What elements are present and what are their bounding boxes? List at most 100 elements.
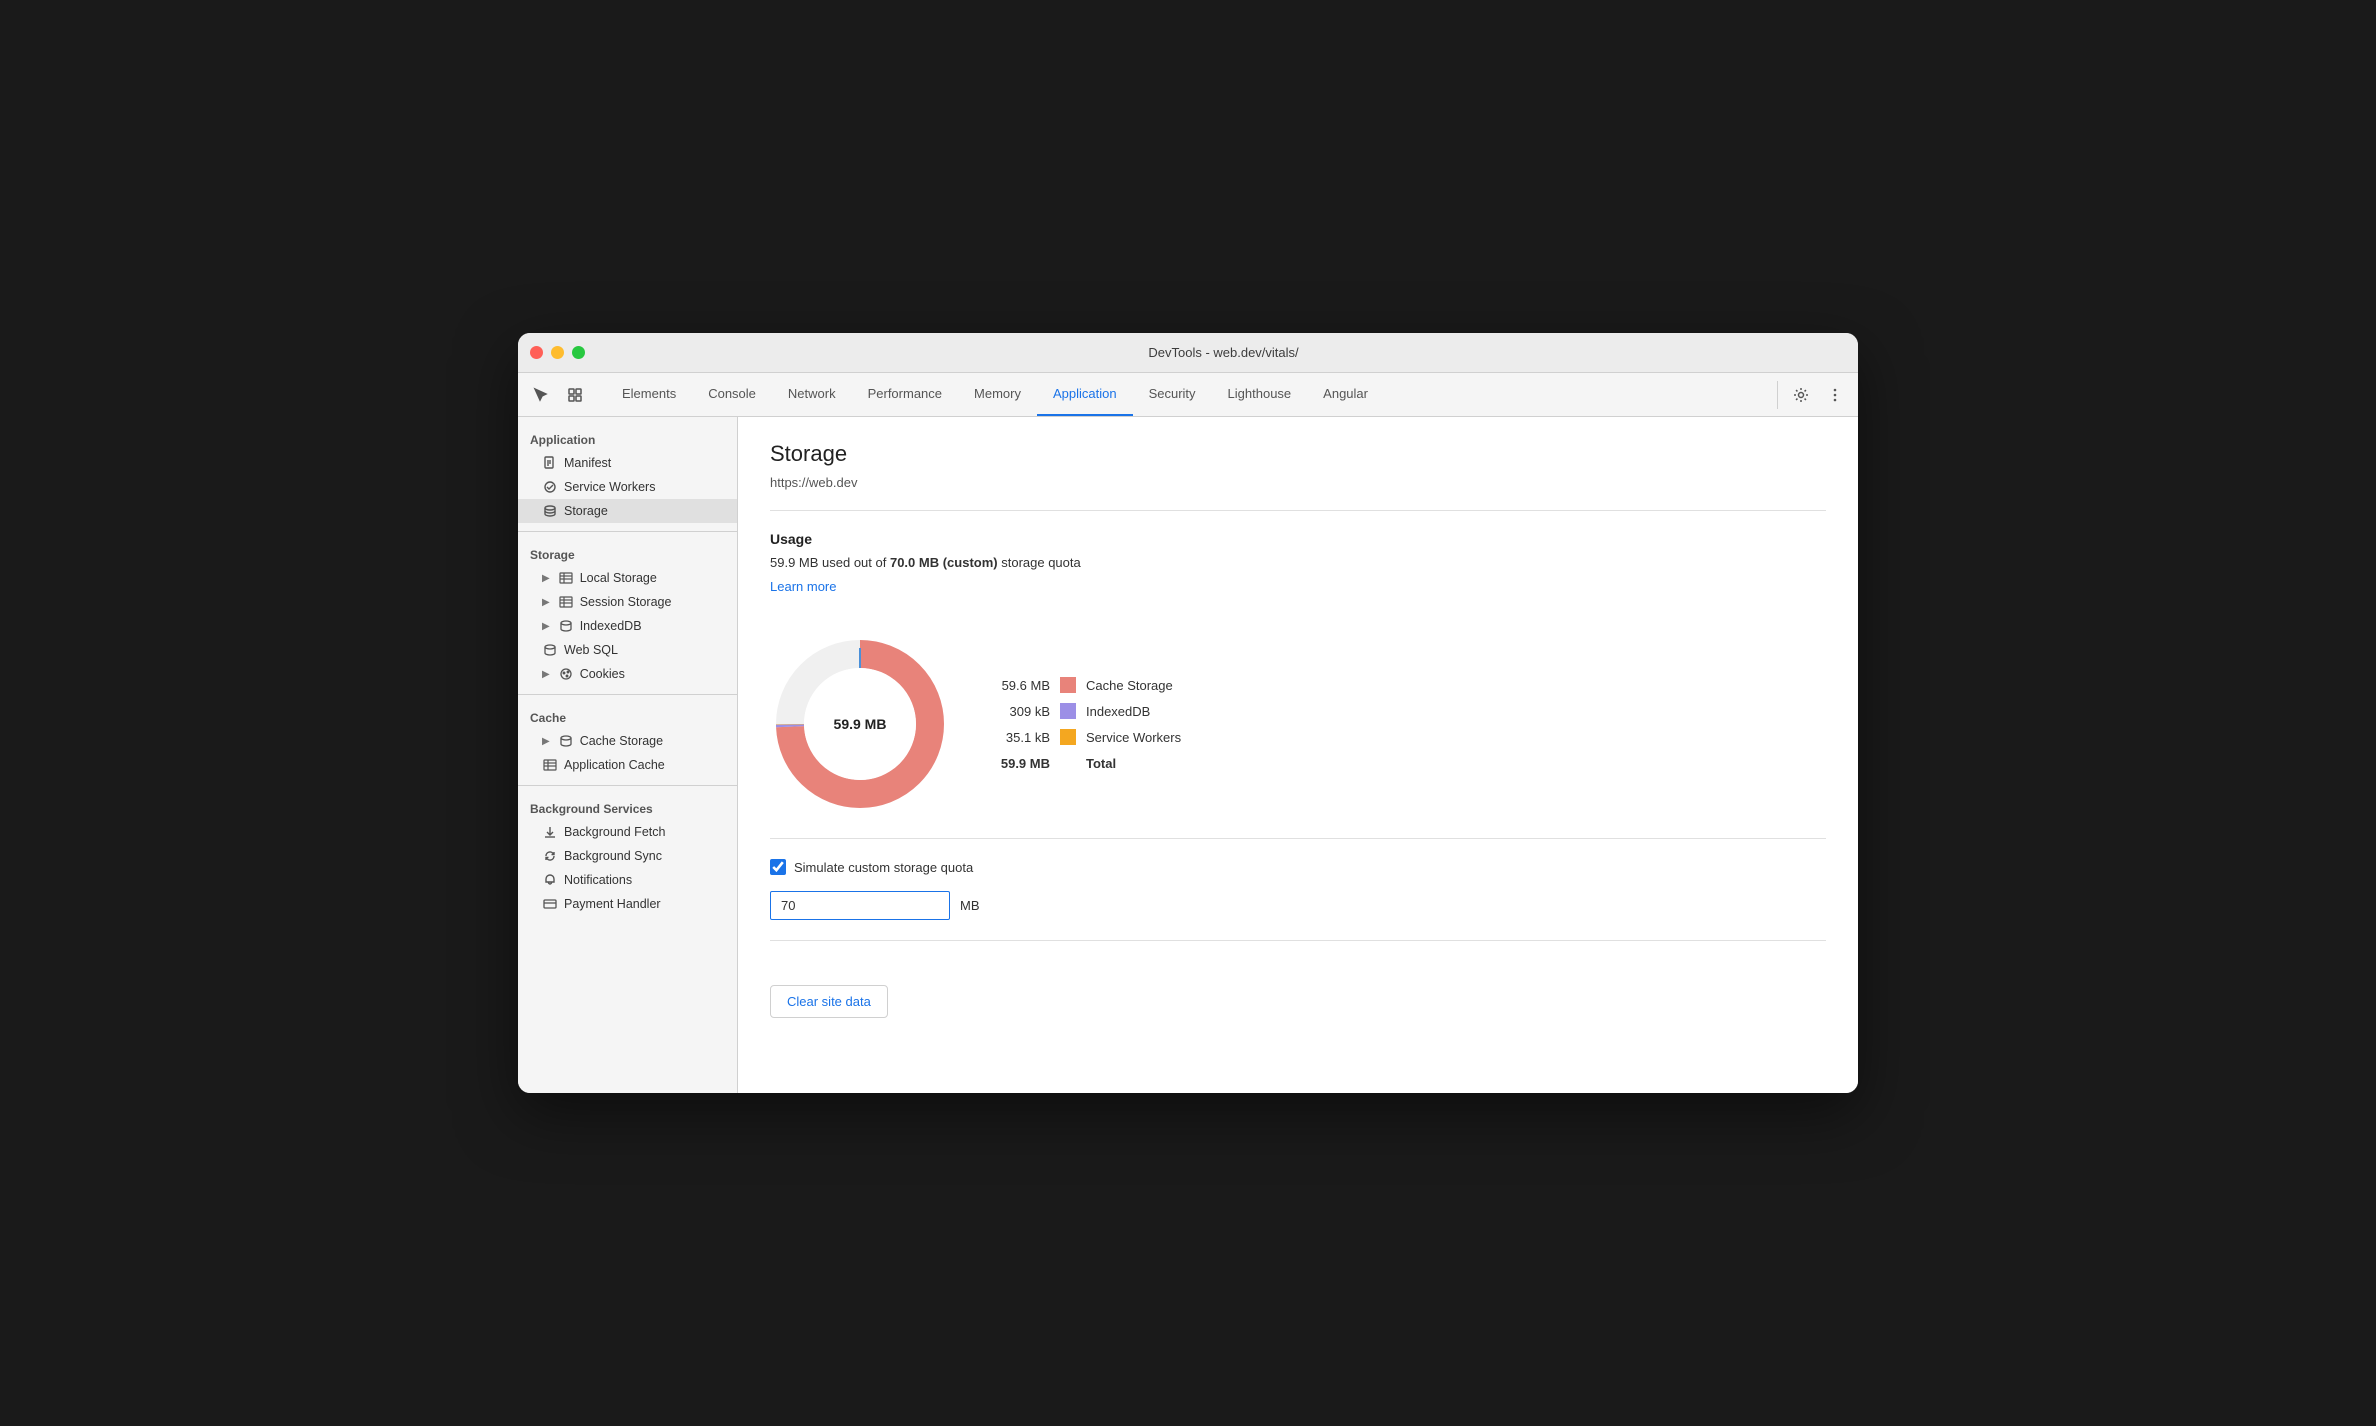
simulate-checkbox-label: Simulate custom storage quota: [794, 860, 973, 875]
sidebar-item-notifications-label: Notifications: [564, 873, 632, 887]
sidebar-item-service-workers[interactable]: Service Workers: [518, 475, 737, 499]
storage-icon: [542, 503, 558, 519]
cursor-icon[interactable]: [526, 381, 556, 409]
sidebar-section-storage: Storage: [518, 540, 737, 566]
sidebar-item-local-storage[interactable]: ▶ Local Storage: [518, 566, 737, 590]
tab-elements[interactable]: Elements: [606, 373, 692, 416]
sidebar-item-notifications[interactable]: Notifications: [518, 868, 737, 892]
usage-desc-suffix: storage quota: [998, 555, 1081, 570]
sidebar-item-payment-handler[interactable]: Payment Handler: [518, 892, 737, 916]
clear-site-data-button[interactable]: Clear site data: [770, 985, 888, 1018]
legend-sw-name: Service Workers: [1086, 730, 1181, 745]
tab-performance[interactable]: Performance: [852, 373, 958, 416]
divider-1: [518, 531, 737, 532]
sidebar-item-manifest[interactable]: Manifest: [518, 451, 737, 475]
legend-total-name: Total: [1086, 756, 1116, 771]
quota-input-row: MB: [770, 891, 1826, 920]
sidebar-item-storage-label: Storage: [564, 504, 608, 518]
window-title: DevTools - web.dev/vitals/: [601, 345, 1846, 360]
section-divider-3: [770, 940, 1826, 941]
sidebar-item-cookies-label: Cookies: [580, 667, 625, 681]
legend-item-serviceworkers: 35.1 kB Service Workers: [990, 729, 1181, 745]
page-title: Storage: [770, 441, 1826, 467]
more-options-icon[interactable]: [1820, 381, 1850, 409]
tab-security[interactable]: Security: [1133, 373, 1212, 416]
chart-area: 59.9 MB 59.6 MB Cache Storage 309 kB Ind…: [770, 634, 1826, 814]
legend-item-total: 59.9 MB Total: [990, 755, 1181, 771]
cookies-icon: [558, 666, 574, 682]
toolbar-left-icons: [526, 381, 590, 409]
tab-angular[interactable]: Angular: [1307, 373, 1384, 416]
legend-total-color: [1060, 755, 1076, 771]
tab-lighthouse[interactable]: Lighthouse: [1212, 373, 1308, 416]
legend-cache-name: Cache Storage: [1086, 678, 1173, 693]
sidebar-item-web-sql[interactable]: Web SQL: [518, 638, 737, 662]
sidebar-item-storage[interactable]: Storage: [518, 499, 737, 523]
sidebar-item-session-storage-label: Session Storage: [580, 595, 672, 609]
sidebar: Application Manifest: [518, 417, 738, 1093]
legend-indexeddb-name: IndexedDB: [1086, 704, 1150, 719]
section-divider-1: [770, 510, 1826, 511]
settings-icon[interactable]: [1786, 381, 1816, 409]
legend-indexeddb-value: 309 kB: [990, 704, 1050, 719]
sidebar-item-web-sql-label: Web SQL: [564, 643, 618, 657]
web-sql-icon: [542, 642, 558, 658]
sidebar-item-application-cache[interactable]: Application Cache: [518, 753, 737, 777]
cache-storage-icon: [558, 733, 574, 749]
maximize-button[interactable]: [572, 346, 585, 359]
sidebar-item-background-fetch[interactable]: Background Fetch: [518, 820, 737, 844]
sidebar-item-background-sync[interactable]: Background Sync: [518, 844, 737, 868]
tab-console[interactable]: Console: [692, 373, 772, 416]
sidebar-item-background-sync-label: Background Sync: [564, 849, 662, 863]
sidebar-item-indexeddb[interactable]: ▶ IndexedDB: [518, 614, 737, 638]
donut-center-label: 59.9 MB: [834, 716, 887, 732]
sidebar-section-bg-services: Background Services: [518, 794, 737, 820]
tab-application[interactable]: Application: [1037, 373, 1133, 416]
indexeddb-icon: [558, 618, 574, 634]
traffic-lights: [530, 346, 585, 359]
sidebar-item-cache-storage[interactable]: ▶ Cache Storage: [518, 729, 737, 753]
sidebar-item-indexeddb-label: IndexedDB: [580, 619, 642, 633]
session-storage-icon: [558, 594, 574, 610]
notifications-icon: [542, 872, 558, 888]
tab-bar: Elements Console Network Performance Mem…: [606, 373, 1769, 416]
usage-description: 59.9 MB used out of 70.0 MB (custom) sto…: [770, 555, 1826, 570]
sidebar-item-payment-handler-label: Payment Handler: [564, 897, 661, 911]
inspect-icon[interactable]: [560, 381, 590, 409]
payment-handler-icon: [542, 896, 558, 912]
minimize-button[interactable]: [551, 346, 564, 359]
legend-total-value: 59.9 MB: [990, 756, 1050, 771]
divider-3: [518, 785, 737, 786]
manifest-icon: [542, 455, 558, 471]
sidebar-item-cache-storage-label: Cache Storage: [580, 734, 663, 748]
legend-sw-color: [1060, 729, 1076, 745]
tab-memory[interactable]: Memory: [958, 373, 1037, 416]
sidebar-item-cookies[interactable]: ▶ Cookies: [518, 662, 737, 686]
divider-2: [518, 694, 737, 695]
content-area: Storage https://web.dev Usage 59.9 MB us…: [738, 417, 1858, 1093]
simulate-checkbox-row: Simulate custom storage quota: [770, 859, 1826, 875]
sidebar-item-manifest-label: Manifest: [564, 456, 611, 470]
arrow-indexeddb: ▶: [542, 621, 550, 632]
legend-item-indexeddb: 309 kB IndexedDB: [990, 703, 1181, 719]
local-storage-icon: [558, 570, 574, 586]
background-fetch-icon: [542, 824, 558, 840]
content-url: https://web.dev: [770, 475, 1826, 490]
close-button[interactable]: [530, 346, 543, 359]
usage-bold: 70.0 MB (custom): [890, 555, 998, 570]
learn-more-link[interactable]: Learn more: [770, 579, 836, 594]
quota-input[interactable]: [770, 891, 950, 920]
sidebar-item-service-workers-label: Service Workers: [564, 480, 655, 494]
tab-network[interactable]: Network: [772, 373, 852, 416]
legend-cache-color: [1060, 677, 1076, 693]
sidebar-item-application-cache-label: Application Cache: [564, 758, 665, 772]
simulate-checkbox[interactable]: [770, 859, 786, 875]
background-sync-icon: [542, 848, 558, 864]
sidebar-item-session-storage[interactable]: ▶ Session Storage: [518, 590, 737, 614]
usage-desc-prefix: 59.9 MB used out of: [770, 555, 890, 570]
chart-legend: 59.6 MB Cache Storage 309 kB IndexedDB 3…: [990, 677, 1181, 771]
toolbar: Elements Console Network Performance Mem…: [518, 373, 1858, 417]
sidebar-item-local-storage-label: Local Storage: [580, 571, 657, 585]
arrow-cache-storage: ▶: [542, 736, 550, 747]
arrow-cookies: ▶: [542, 669, 550, 680]
